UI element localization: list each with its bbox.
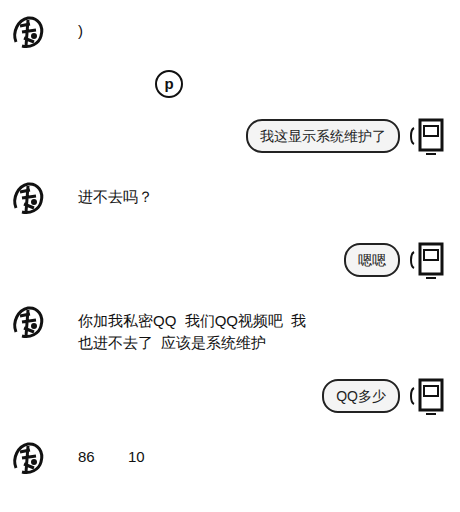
- message-text: 你加我私密QQ 我们QQ视频吧 我也进不去了 应该是系统维护: [78, 302, 318, 354]
- message-row-right: QQ多少: [0, 368, 460, 424]
- message-row-right: 嗯嗯: [0, 232, 460, 288]
- message-bubble[interactable]: 嗯嗯: [344, 243, 400, 277]
- message-bubble[interactable]: 我这显示系统维护了: [246, 119, 400, 153]
- contact-avatar-icon[interactable]: [8, 438, 48, 478]
- contact-avatar-icon[interactable]: [8, 12, 48, 52]
- chat-window: ) p 我这显示系统维护了进不去吗？ 嗯嗯你加我私密QQ 我们QQ视频吧 我也进不去了…: [0, 0, 460, 512]
- message-row-left: 你加我私密QQ 我们QQ视频吧 我也进不去了 应该是系统维护: [0, 294, 460, 362]
- message-text: 86 10: [78, 438, 145, 468]
- self-avatar-icon[interactable]: [404, 240, 448, 280]
- message-row-right: 我这显示系统维护了: [0, 108, 460, 164]
- contact-avatar-icon[interactable]: [8, 178, 48, 218]
- message-text: ): [78, 12, 83, 42]
- message-bubble[interactable]: QQ多少: [322, 379, 400, 413]
- message-row-left: ): [0, 4, 460, 60]
- self-avatar-icon[interactable]: [404, 116, 448, 156]
- message-row-left: 进不去吗？: [0, 170, 460, 226]
- message-row-left: 86 10: [0, 430, 460, 486]
- emoji: p: [155, 70, 183, 98]
- contact-avatar-icon[interactable]: [8, 302, 48, 342]
- self-avatar-icon[interactable]: [404, 376, 448, 416]
- emoji-row: p: [0, 66, 460, 102]
- message-text: 进不去吗？: [78, 178, 153, 208]
